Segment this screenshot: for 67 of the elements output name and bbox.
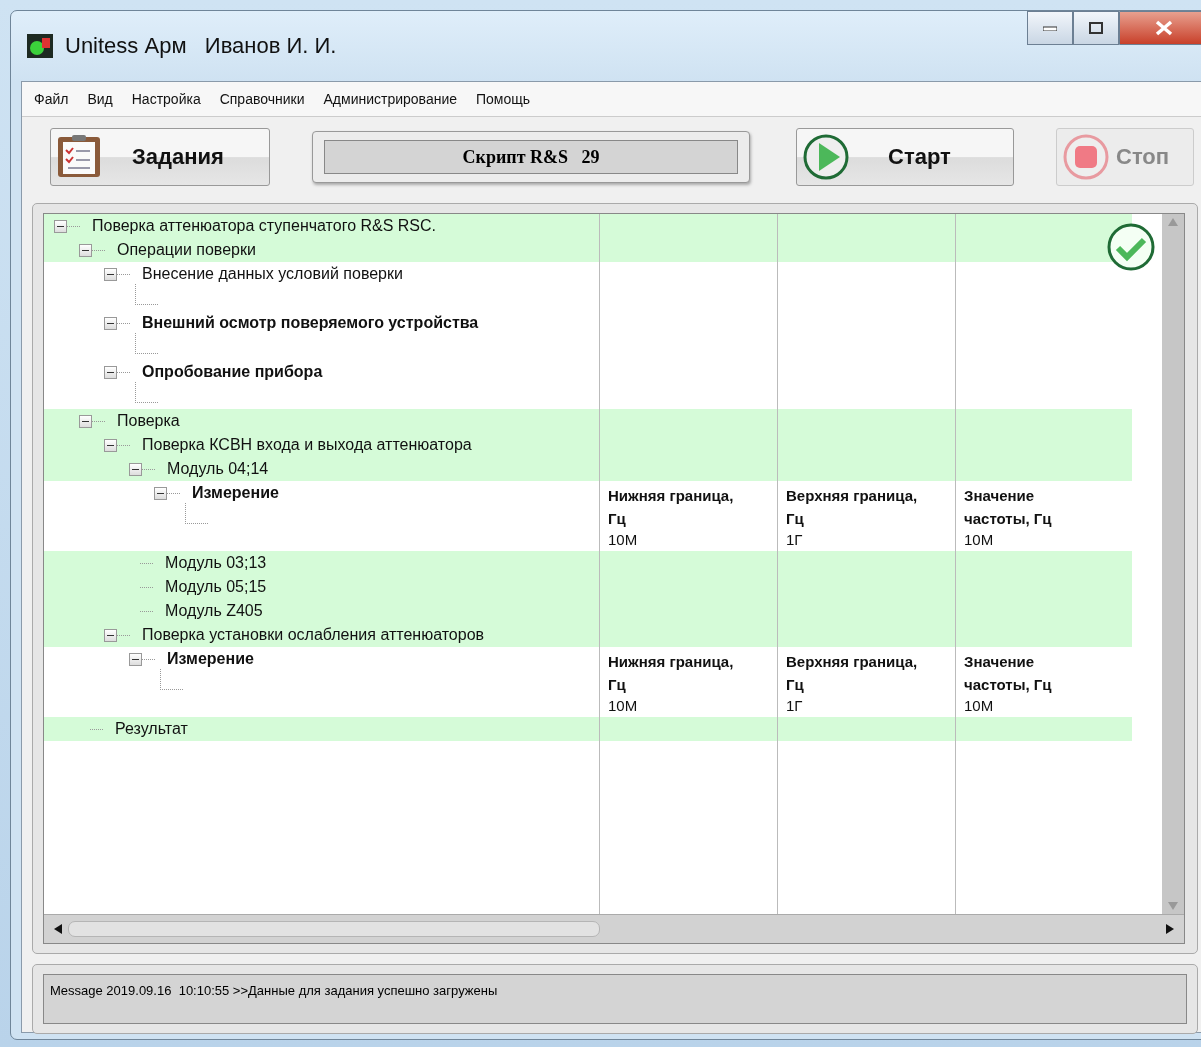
status-message: Message 2019.09.16 10:10:55 >>Данные для задания успешно загружены: [43, 974, 1187, 1024]
tree-connector: [160, 669, 183, 690]
menu-item[interactable]: Настройка: [131, 91, 201, 107]
tree-item[interactable]: Операции поверки: [117, 241, 256, 259]
collapse-toggle[interactable]: [154, 487, 167, 500]
collapse-toggle[interactable]: [79, 415, 92, 428]
field-heading: Нижняя граница, Гц: [608, 486, 735, 529]
tree-connector: [185, 503, 208, 524]
minimize-icon: [1043, 25, 1057, 31]
menu-item[interactable]: Файл: [34, 91, 69, 107]
tree-connector: [135, 284, 158, 305]
field-heading: Верхняя граница, Гц: [786, 652, 919, 695]
field-value: 1Г: [786, 696, 804, 716]
field-heading: Значение частоты, Гц: [964, 486, 1053, 529]
collapse-toggle[interactable]: [104, 317, 117, 330]
clipboard-icon: [56, 135, 102, 179]
close-button[interactable]: [1119, 11, 1201, 45]
field-value: 10М: [964, 696, 995, 716]
tree-item[interactable]: Результат: [115, 720, 188, 738]
collapse-toggle[interactable]: [104, 629, 117, 642]
collapse-toggle[interactable]: [104, 366, 117, 379]
down-arrow-icon: [1168, 902, 1178, 910]
field-value: 10М: [608, 530, 639, 550]
tree-item[interactable]: Модуль 05;15: [165, 578, 267, 596]
field-heading: Верхняя граница, Гц: [786, 486, 919, 529]
tree-connector: [135, 382, 158, 403]
collapse-toggle[interactable]: [54, 220, 67, 233]
collapse-toggle[interactable]: [104, 268, 117, 281]
app-icon: [27, 34, 53, 58]
field-value: 10М: [964, 530, 995, 550]
up-arrow-icon: [1168, 218, 1178, 226]
menu-item[interactable]: Справочники: [219, 91, 305, 107]
field-value: 1Г: [786, 530, 804, 550]
tree-item[interactable]: Модуль Z405: [165, 602, 263, 620]
tree-item[interactable]: Модуль 04;14: [167, 460, 269, 478]
field-value: 10М: [608, 696, 639, 716]
tree-item[interactable]: Измерение: [192, 484, 279, 502]
tree-item[interactable]: Внесение данных условий поверки: [142, 265, 403, 283]
tree-item[interactable]: Опробование прибора: [142, 363, 323, 381]
tree-connector: [135, 333, 158, 354]
field-heading: Нижняя граница, Гц: [608, 652, 735, 695]
collapse-toggle[interactable]: [79, 244, 92, 257]
tree-item[interactable]: Внешний осмотр поверяемого устройства: [142, 314, 479, 332]
play-icon: [802, 133, 850, 181]
field-heading: Значение частоты, Гц: [964, 652, 1053, 695]
horizontal-scrollbar[interactable]: [44, 914, 1184, 943]
vertical-scrollbar[interactable]: [1162, 214, 1184, 914]
menu-item[interactable]: Вид: [87, 91, 113, 107]
right-arrow-icon: [1166, 924, 1174, 934]
window-title: Unitess Арм Иванов И. И.: [65, 33, 337, 59]
maximize-icon: [1089, 22, 1103, 34]
stop-icon: [1062, 133, 1110, 181]
menu-item[interactable]: Помощь: [476, 91, 531, 107]
maximize-button[interactable]: [1073, 11, 1119, 45]
collapse-toggle[interactable]: [104, 439, 117, 452]
close-icon: [1155, 20, 1173, 36]
minimize-button[interactable]: [1027, 11, 1073, 45]
tasks-button[interactable]: Задания: [50, 128, 270, 186]
tree-item[interactable]: Модуль 03;13: [165, 554, 267, 572]
collapse-toggle[interactable]: [129, 653, 142, 666]
collapse-toggle[interactable]: [129, 463, 142, 476]
script-field: Скрипт R&S 29: [324, 140, 738, 174]
tree-item[interactable]: Измерение: [167, 650, 254, 668]
tree-item[interactable]: Поверка: [117, 412, 180, 430]
menu-item[interactable]: Администрирование: [323, 91, 457, 107]
left-arrow-icon: [54, 924, 62, 934]
start-button[interactable]: Старт: [796, 128, 1014, 186]
